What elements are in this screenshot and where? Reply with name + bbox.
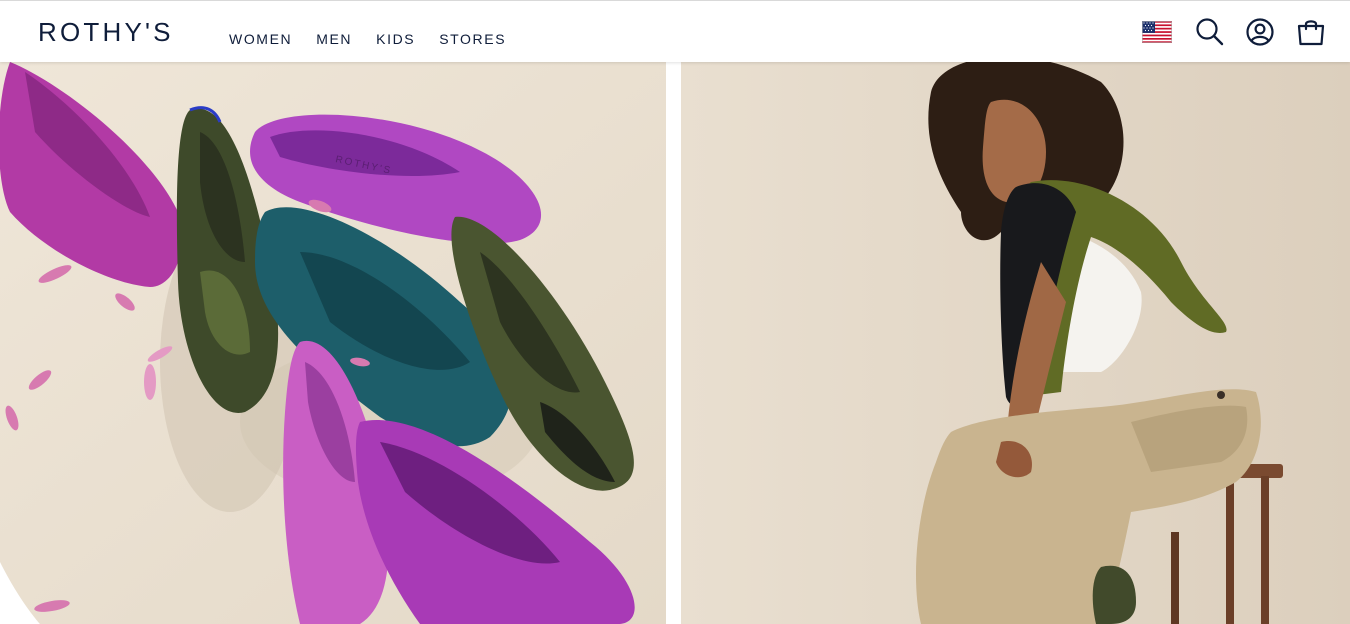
flats-assortment-photo: ROTHY'S xyxy=(0,62,666,624)
site-header: ROTHY'S WOMEN MEN KIDS STORES xyxy=(0,0,1350,62)
bag-icon[interactable] xyxy=(1295,16,1327,48)
us-flag-icon[interactable] xyxy=(1142,21,1172,43)
account-icon[interactable] xyxy=(1244,16,1276,48)
nav-item-women[interactable]: WOMEN xyxy=(229,31,292,47)
model-seated-photo xyxy=(681,62,1350,624)
nav-item-men[interactable]: MEN xyxy=(316,31,352,47)
nav-item-kids[interactable]: KIDS xyxy=(376,31,415,47)
hero-left-image[interactable]: ROTHY'S xyxy=(0,62,666,624)
nav-item-stores[interactable]: STORES xyxy=(439,31,506,47)
brand-logo[interactable]: ROTHY'S xyxy=(38,17,174,47)
search-icon[interactable] xyxy=(1194,16,1226,48)
hero-right-image[interactable] xyxy=(681,62,1350,624)
main-nav: WOMEN MEN KIDS STORES xyxy=(229,31,530,47)
hero-gutter xyxy=(666,62,681,624)
